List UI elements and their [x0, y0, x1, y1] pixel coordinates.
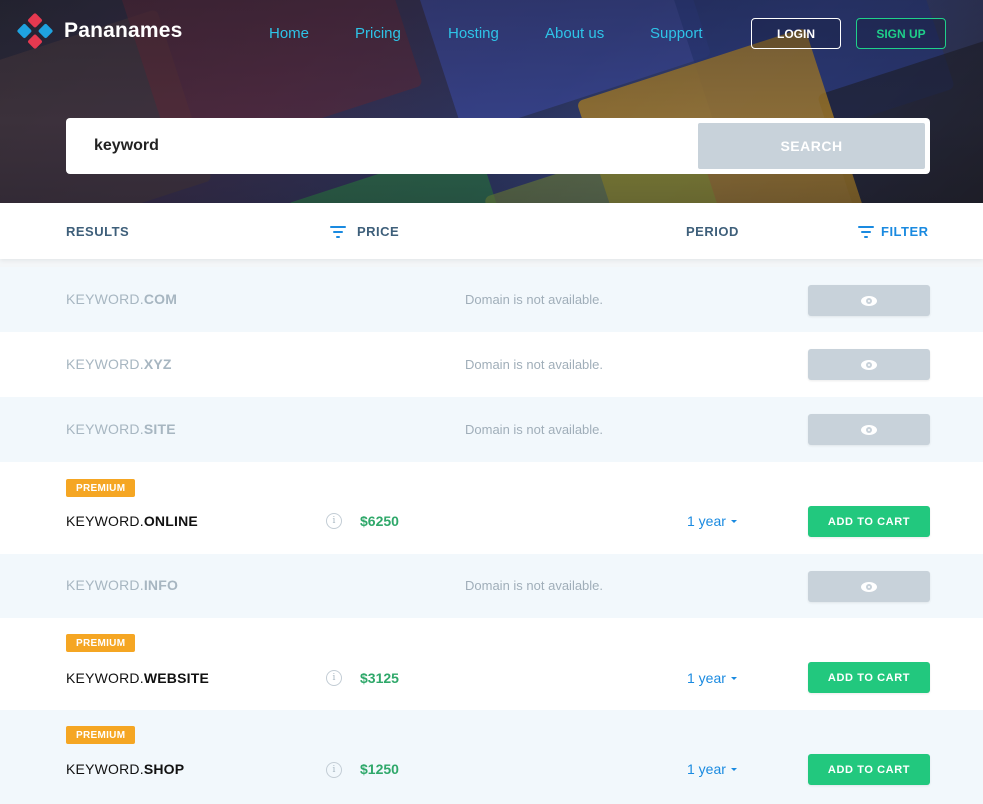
column-price-label: PRICE: [357, 224, 400, 239]
table-row: KEYWORD.COM Domain is not available.: [0, 267, 983, 332]
filter-label: FILTER: [881, 224, 929, 239]
chevron-down-icon: [730, 519, 737, 523]
add-to-cart-button[interactable]: ADD TO CART: [808, 754, 930, 785]
add-to-cart-button[interactable]: ADD TO CART: [808, 506, 930, 537]
table-row: KEYWORD.INFO Domain is not available.: [0, 554, 983, 618]
chevron-down-icon: [730, 676, 737, 680]
table-row: KEYWORD.XYZ Domain is not available.: [0, 332, 983, 397]
premium-badge: PREMIUM: [66, 479, 136, 497]
price-value: $6250: [360, 513, 399, 529]
column-price-sort[interactable]: PRICE: [330, 224, 399, 239]
column-results: RESULTS: [66, 224, 130, 239]
filter-button[interactable]: FILTER: [858, 224, 929, 239]
view-button[interactable]: [808, 349, 930, 380]
search-input[interactable]: [94, 118, 694, 174]
table-row: PREMIUM KEYWORD.WEBSITE i $3125 1 year A…: [0, 618, 983, 710]
nav-hosting[interactable]: Hosting: [448, 25, 499, 42]
login-button[interactable]: LOGIN: [751, 18, 841, 49]
eye-icon: [861, 359, 877, 370]
search-button[interactable]: SEARCH: [698, 123, 925, 169]
table-row: PREMIUM KEYWORD.SHOP i $1250 1 year ADD …: [0, 710, 983, 804]
nav-support[interactable]: Support: [650, 25, 703, 42]
info-icon[interactable]: i: [326, 513, 342, 529]
brand-logo[interactable]: Pananames: [16, 12, 183, 50]
signup-button[interactable]: SIGN UP: [856, 18, 946, 49]
add-to-cart-button[interactable]: ADD TO CART: [808, 662, 930, 693]
eye-icon: [861, 581, 877, 592]
domain-search-bar: SEARCH: [66, 118, 930, 174]
eye-icon: [861, 424, 877, 435]
availability-message: Domain is not available.: [465, 422, 604, 437]
filter-icon: [858, 225, 874, 238]
chevron-down-icon: [730, 767, 737, 771]
domain-name: KEYWORD.XYZ: [66, 356, 172, 372]
domain-name: KEYWORD.ONLINE: [66, 513, 198, 529]
domain-name: KEYWORD.SITE: [66, 421, 176, 437]
domain-name: KEYWORD.WEBSITE: [66, 670, 210, 686]
eye-icon: [861, 295, 877, 306]
premium-badge: PREMIUM: [66, 726, 136, 744]
sort-icon: [330, 225, 346, 238]
nav-about-us[interactable]: About us: [545, 25, 604, 42]
table-row: PREMIUM KEYWORD.ONLINE i $6250 1 year AD…: [0, 462, 983, 554]
domain-name: KEYWORD.COM: [66, 291, 178, 307]
table-row: KEYWORD.SITE Domain is not available.: [0, 397, 983, 462]
domain-name: KEYWORD.SHOP: [66, 761, 185, 777]
info-icon[interactable]: i: [326, 670, 342, 686]
domain-name: KEYWORD.INFO: [66, 577, 179, 593]
availability-message: Domain is not available.: [465, 357, 604, 372]
hero-banner: Pananames Home Pricing Hosting About us …: [0, 0, 983, 203]
logo-icon: [16, 12, 54, 50]
view-button[interactable]: [808, 571, 930, 602]
nav-pricing[interactable]: Pricing: [355, 25, 401, 42]
brand-name: Pananames: [64, 19, 183, 42]
column-period: PERIOD: [686, 224, 739, 239]
nav-home[interactable]: Home: [269, 25, 309, 42]
view-button[interactable]: [808, 285, 930, 316]
premium-badge: PREMIUM: [66, 634, 136, 652]
period-select[interactable]: 1 year: [687, 670, 737, 686]
period-select[interactable]: 1 year: [687, 761, 737, 777]
period-select[interactable]: 1 year: [687, 513, 737, 529]
availability-message: Domain is not available.: [465, 578, 604, 593]
price-value: $1250: [360, 761, 399, 777]
results-header: RESULTS PRICE PERIOD FILTER: [0, 203, 983, 259]
info-icon[interactable]: i: [326, 762, 342, 778]
price-value: $3125: [360, 670, 399, 686]
availability-message: Domain is not available.: [465, 292, 604, 307]
view-button[interactable]: [808, 414, 930, 445]
